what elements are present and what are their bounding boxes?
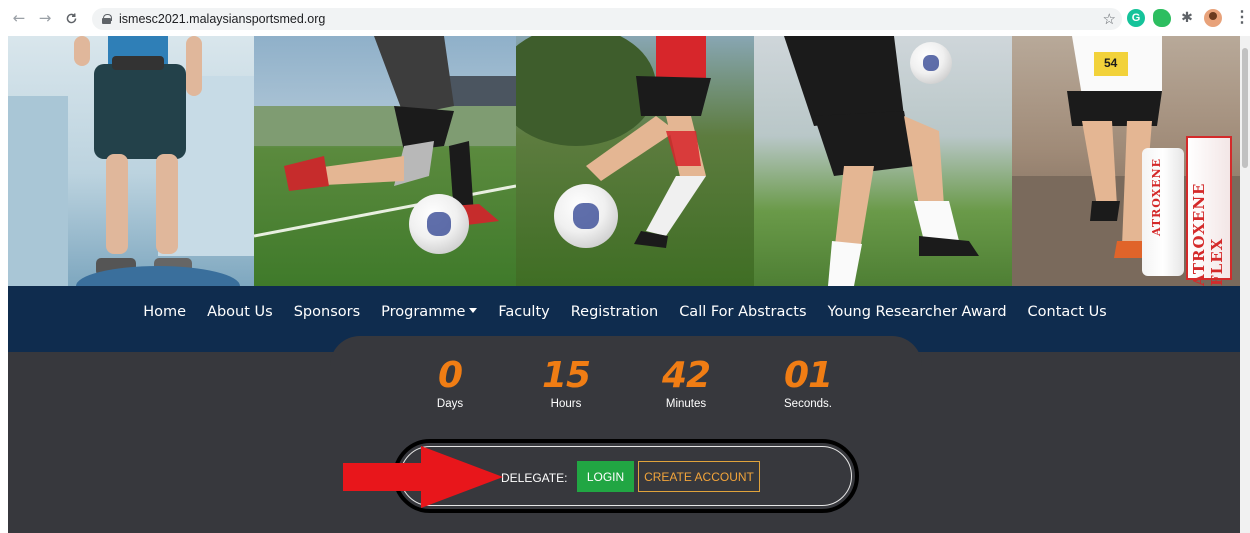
evernote-icon[interactable]: [1153, 9, 1171, 27]
countdown-hours: 15 Hours: [526, 355, 606, 411]
countdown-seconds-value: 01: [783, 355, 833, 396]
nav-about-us[interactable]: About Us: [207, 304, 273, 320]
soccer-ball-image: [554, 184, 618, 248]
bookmark-star-icon[interactable]: ☆: [1103, 10, 1116, 28]
countdown-minutes-value: 42: [661, 355, 711, 396]
nav-young-researcher-award[interactable]: Young Researcher Award: [828, 304, 1007, 320]
runner-bib-number: 54: [1104, 56, 1118, 70]
countdown-days-label: Days: [436, 398, 464, 410]
url-text: ismesc2021.malaysiansportsmed.org: [119, 12, 326, 26]
countdown-seconds-label: Seconds.: [784, 398, 832, 410]
login-button[interactable]: LOGIN: [577, 461, 634, 492]
back-icon[interactable]: ←: [8, 7, 30, 29]
nav-sponsors[interactable]: Sponsors: [294, 304, 360, 320]
browser-menu-icon[interactable]: ⋮: [1234, 9, 1250, 27]
countdown-minutes: 42 Minutes: [646, 355, 726, 411]
page-scrollbar[interactable]: [1240, 36, 1250, 533]
forward-icon[interactable]: →: [34, 7, 56, 29]
nav-faculty[interactable]: Faculty: [498, 304, 549, 320]
countdown-hours-label: Hours: [550, 398, 582, 410]
nav-programme-dropdown[interactable]: Programme: [381, 304, 478, 320]
extensions-puzzle-icon[interactable]: ✱: [1178, 9, 1196, 27]
delegate-label: DELEGATE:: [501, 471, 568, 485]
nav-call-for-abstracts[interactable]: Call For Abstracts: [679, 304, 806, 320]
nav-menu: Home About Us Sponsors Programme Faculty…: [8, 286, 1240, 338]
hero-photo-balance-training: [8, 36, 254, 286]
create-account-button[interactable]: CREATE ACCOUNT: [638, 461, 760, 492]
countdown-hours-value: 15: [541, 355, 591, 396]
hero-photo-runner-product: 54 ATROXENE FLEX ATROXENE: [1012, 36, 1240, 286]
annotation-arrow-icon: [343, 446, 503, 508]
nav-home[interactable]: Home: [143, 304, 186, 320]
soccer-ball-image: [409, 194, 469, 254]
soccer-ball-image: [910, 42, 952, 84]
profile-avatar-icon[interactable]: [1204, 9, 1222, 27]
countdown-seconds: 01 Seconds.: [768, 355, 848, 411]
countdown-minutes-label: Minutes: [665, 398, 707, 410]
atroxene-tube-brand: ATROXENE: [1150, 158, 1163, 237]
countdown-days: 0 Days: [410, 355, 490, 411]
hero-photo-knee-support: [516, 36, 754, 286]
nav-programme-label: Programme: [381, 304, 466, 320]
chevron-down-icon: [469, 308, 478, 313]
web-page: 54 ATROXENE FLEX ATROXENE Home About Us …: [8, 36, 1240, 533]
hero-photo-knee-brace: [254, 36, 516, 286]
hero-photo-player-kick: [754, 36, 1012, 286]
nav-registration[interactable]: Registration: [571, 304, 658, 320]
countdown-days-value: 0: [437, 355, 463, 396]
nav-contact-us[interactable]: Contact Us: [1028, 304, 1107, 320]
lock-icon: [102, 14, 112, 24]
atroxene-tube-image: [1142, 148, 1184, 276]
hero-banner: 54 ATROXENE FLEX ATROXENE: [8, 36, 1240, 286]
scrollbar-thumb[interactable]: [1242, 48, 1248, 168]
browser-toolbar: ← → ismesc2021.malaysiansportsmed.org ☆ …: [0, 0, 1250, 36]
reload-icon[interactable]: [60, 7, 82, 29]
grammarly-icon[interactable]: G: [1127, 9, 1145, 27]
address-bar[interactable]: ismesc2021.malaysiansportsmed.org ☆: [92, 8, 1122, 30]
atroxene-box-brand: ATROXENE FLEX: [1190, 182, 1226, 286]
